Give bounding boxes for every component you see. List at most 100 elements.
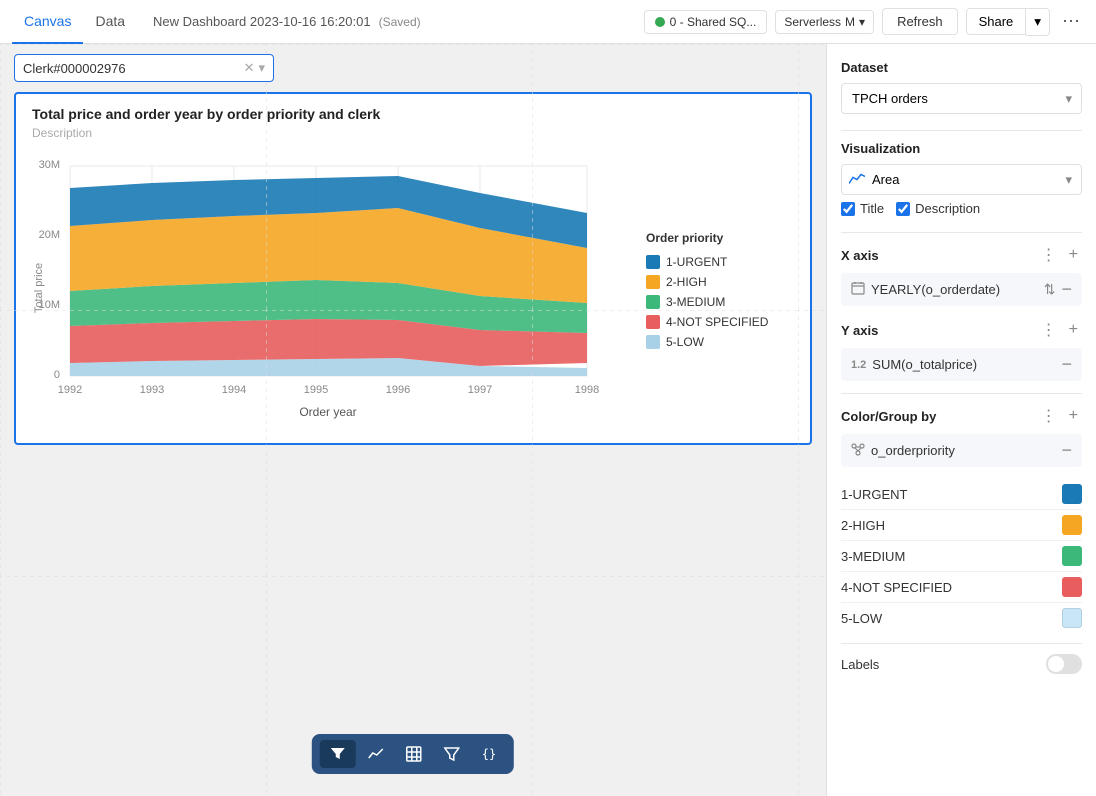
filter-input[interactable] [23,61,244,76]
color-group-actions: ⋮ + [1037,404,1082,428]
x-axis-section: X axis ⋮ + YEARLY(o_orderdate) ⇅ [841,243,1082,306]
svg-text:1998: 1998 [575,384,599,396]
share-button[interactable]: Share [966,8,1027,35]
priority-row-1: 1-URGENT [841,479,1082,510]
bottom-toolbar: {} [312,734,514,774]
viz-options-row: Title Description [841,201,1082,216]
color-group-section: Color/Group by ⋮ + o_o [841,404,1082,467]
chart-svg-wrap: 30M 20M 10M 0 Total price [32,148,634,431]
table-icon [406,746,422,762]
legend-item-3: 3-MEDIUM [646,295,794,309]
sort-icon[interactable]: ⇅ [1044,281,1056,298]
y-axis-add-button[interactable]: + [1065,318,1082,342]
tab-canvas[interactable]: Canvas [12,0,83,44]
svg-text:20M: 20M [39,229,60,241]
y-axis-label: Y axis [841,323,878,338]
priority-label-4: 4-NOT SPECIFIED [841,580,952,595]
clear-icon[interactable]: ✕ [244,60,255,76]
labels-section: Labels [841,654,1082,674]
chart-area: 30M 20M 10M 0 Total price [32,148,794,431]
svg-text:1994: 1994 [222,384,246,396]
status-dot [655,17,665,27]
chart-title: Total price and order year by order prio… [32,106,794,122]
app-header: Canvas Data New Dashboard 2023-10-16 16:… [0,0,1096,44]
chevron-down-icon[interactable]: ▾ [258,60,265,76]
y-axis-remove-button[interactable]: − [1061,354,1072,375]
visualization-section: Visualization Area Bar Line Pie Title [841,141,1082,216]
canvas-area: ✕ ▾ Total price and order year by order … [0,44,826,796]
status-label: 0 - Shared SQ... [670,15,757,29]
more-options-button[interactable]: ⋯ [1058,7,1084,36]
status-pill[interactable]: 0 - Shared SQ... [644,10,768,34]
toolbar-code-button[interactable]: {} [472,741,506,767]
divider-4 [841,643,1082,644]
toolbar-filter-button[interactable] [320,740,356,768]
chart-icon [368,746,384,762]
title-checkbox[interactable] [841,202,855,216]
toolbar-table-button[interactable] [396,740,432,768]
x-axis-more-button[interactable]: ⋮ [1037,243,1061,267]
priority-row-3: 3-MEDIUM [841,541,1082,572]
y-axis-section: Y axis ⋮ + 1.2 SUM(o_totalprice) − [841,318,1082,381]
x-axis-remove-button[interactable]: − [1061,279,1072,300]
description-checkbox[interactable] [896,202,910,216]
visualization-select[interactable]: Area Bar Line Pie [841,164,1082,195]
filter-icon [330,746,346,762]
title-checkbox-label[interactable]: Title [841,201,884,216]
priority-color-2[interactable] [1062,515,1082,535]
color-group-more-button[interactable]: ⋮ [1037,404,1061,428]
toolbar-chart-button[interactable] [358,740,394,768]
legend-color-1 [646,255,660,269]
serverless-pill[interactable]: Serverless M ▾ [775,10,874,34]
x-axis-actions: ⋮ + [1037,243,1082,267]
svg-text:0: 0 [54,369,60,381]
svg-text:30M: 30M [39,159,60,171]
priority-color-4[interactable] [1062,577,1082,597]
share-button-group: Share ▾ [966,8,1050,36]
chart-description: Description [32,126,794,140]
divider-3 [841,393,1082,394]
legend-color-4 [646,315,660,329]
description-checkbox-label[interactable]: Description [896,201,980,216]
serverless-chevron-icon: ▾ [859,15,865,29]
x-axis-add-button[interactable]: + [1065,243,1082,267]
dashboard-title: New Dashboard 2023-10-16 16:20:01 [153,14,371,29]
priority-label-3: 3-MEDIUM [841,549,905,564]
priority-color-1[interactable] [1062,484,1082,504]
area-chart-svg: 30M 20M 10M 0 Total price [32,148,602,428]
legend-label-5: 5-LOW [666,335,704,349]
dataset-section: Dataset TPCH orders [841,60,1082,114]
y-axis-more-button[interactable]: ⋮ [1037,318,1061,342]
priority-row-5: 5-LOW [841,603,1082,633]
legend-label-4: 4-NOT SPECIFIED [666,315,768,329]
svg-text:1997: 1997 [468,384,492,396]
viz-select-wrap[interactable]: Area Bar Line Pie [841,164,1082,195]
priority-color-5[interactable] [1062,608,1082,628]
priority-label-5: 5-LOW [841,611,882,626]
chart-legend: Order priority 1-URGENT 2-HIGH 3-MEDIUM [634,148,794,431]
y-axis-actions: ⋮ + [1037,318,1082,342]
serverless-label: Serverless [784,15,841,29]
visualization-label: Visualization [841,141,1082,156]
dataset-select[interactable]: TPCH orders [841,83,1082,114]
svg-text:1995: 1995 [304,384,328,396]
dataset-label: Dataset [841,60,1082,75]
group-svg-icon [851,442,865,456]
x-axis-header: X axis ⋮ + [841,243,1082,267]
refresh-button[interactable]: Refresh [882,8,958,35]
share-chevron-button[interactable]: ▾ [1026,8,1050,36]
description-checkbox-text: Description [915,201,980,216]
filter-input-wrap[interactable]: ✕ ▾ [14,54,274,82]
x-axis-field-label: YEARLY(o_orderdate) [871,282,1038,297]
priority-color-3[interactable] [1062,546,1082,566]
svg-text:Total price: Total price [33,263,45,313]
dataset-select-wrap[interactable]: TPCH orders [841,83,1082,114]
divider-1 [841,130,1082,131]
labels-toggle[interactable] [1046,654,1082,674]
tab-data[interactable]: Data [83,0,137,44]
color-group-remove-button[interactable]: − [1061,440,1072,461]
number-icon: 1.2 [851,359,866,371]
code-label: {} [482,747,496,761]
color-group-add-button[interactable]: + [1065,404,1082,428]
toolbar-funnel-button[interactable] [434,740,470,768]
